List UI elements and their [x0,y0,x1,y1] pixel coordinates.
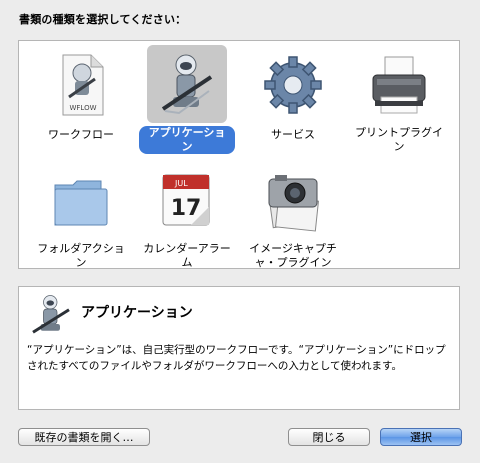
printer-icon [372,56,426,114]
template-label: プリントプラグイン [355,126,443,153]
template-label: ワークフロー [48,128,114,141]
template-label: フォルダアクション [37,242,125,269]
template-grid: WFLOW ワークフロー アプリケーション サービス プリントプラグイン フォル… [18,40,460,269]
calendar-month: JUL [174,179,188,188]
template-folder-action[interactable]: フォルダアクション [33,161,129,270]
camera-icon [268,175,320,232]
template-workflow[interactable]: WFLOW ワークフロー [33,45,129,142]
open-existing-button[interactable]: 既存の書類を開く… [18,428,150,446]
automator-robot-icon [32,295,70,334]
template-calendar-alarm[interactable]: JUL 17 カレンダーアラーム [139,161,235,270]
template-application[interactable]: アプリケーション [139,45,235,154]
template-label: イメージキャプチャ・プラグイン [249,242,337,269]
template-print-plugin[interactable]: プリントプラグイン [351,45,447,154]
template-label: サービス [271,128,315,141]
workflow-document-icon: WFLOW [62,54,104,116]
template-service[interactable]: サービス [245,45,341,142]
template-label: カレンダーアラーム [143,242,231,269]
gear-icon [264,56,322,114]
workflow-badge: WFLOW [69,104,96,112]
automator-robot-icon [161,54,213,115]
folder-icon [54,180,108,226]
template-label: アプリケーション [139,126,235,154]
calendar-icon: JUL 17 [162,174,210,226]
calendar-day: 17 [171,196,202,221]
dialog-prompt: 書類の種類を選択してください： [19,13,187,26]
close-button[interactable]: 閉じる [288,428,370,446]
choose-button[interactable]: 選択 [380,428,462,446]
description-text: “アプリケーション”は、自己実行型のワークフローです。“アプリケーション”にドロ… [27,344,446,372]
description-panel: アプリケーション “アプリケーション”は、自己実行型のワークフローです。“アプリ… [18,286,460,410]
template-image-capture-plugin[interactable]: イメージキャプチャ・プラグイン [245,161,341,270]
description-title: アプリケーション [81,305,193,321]
